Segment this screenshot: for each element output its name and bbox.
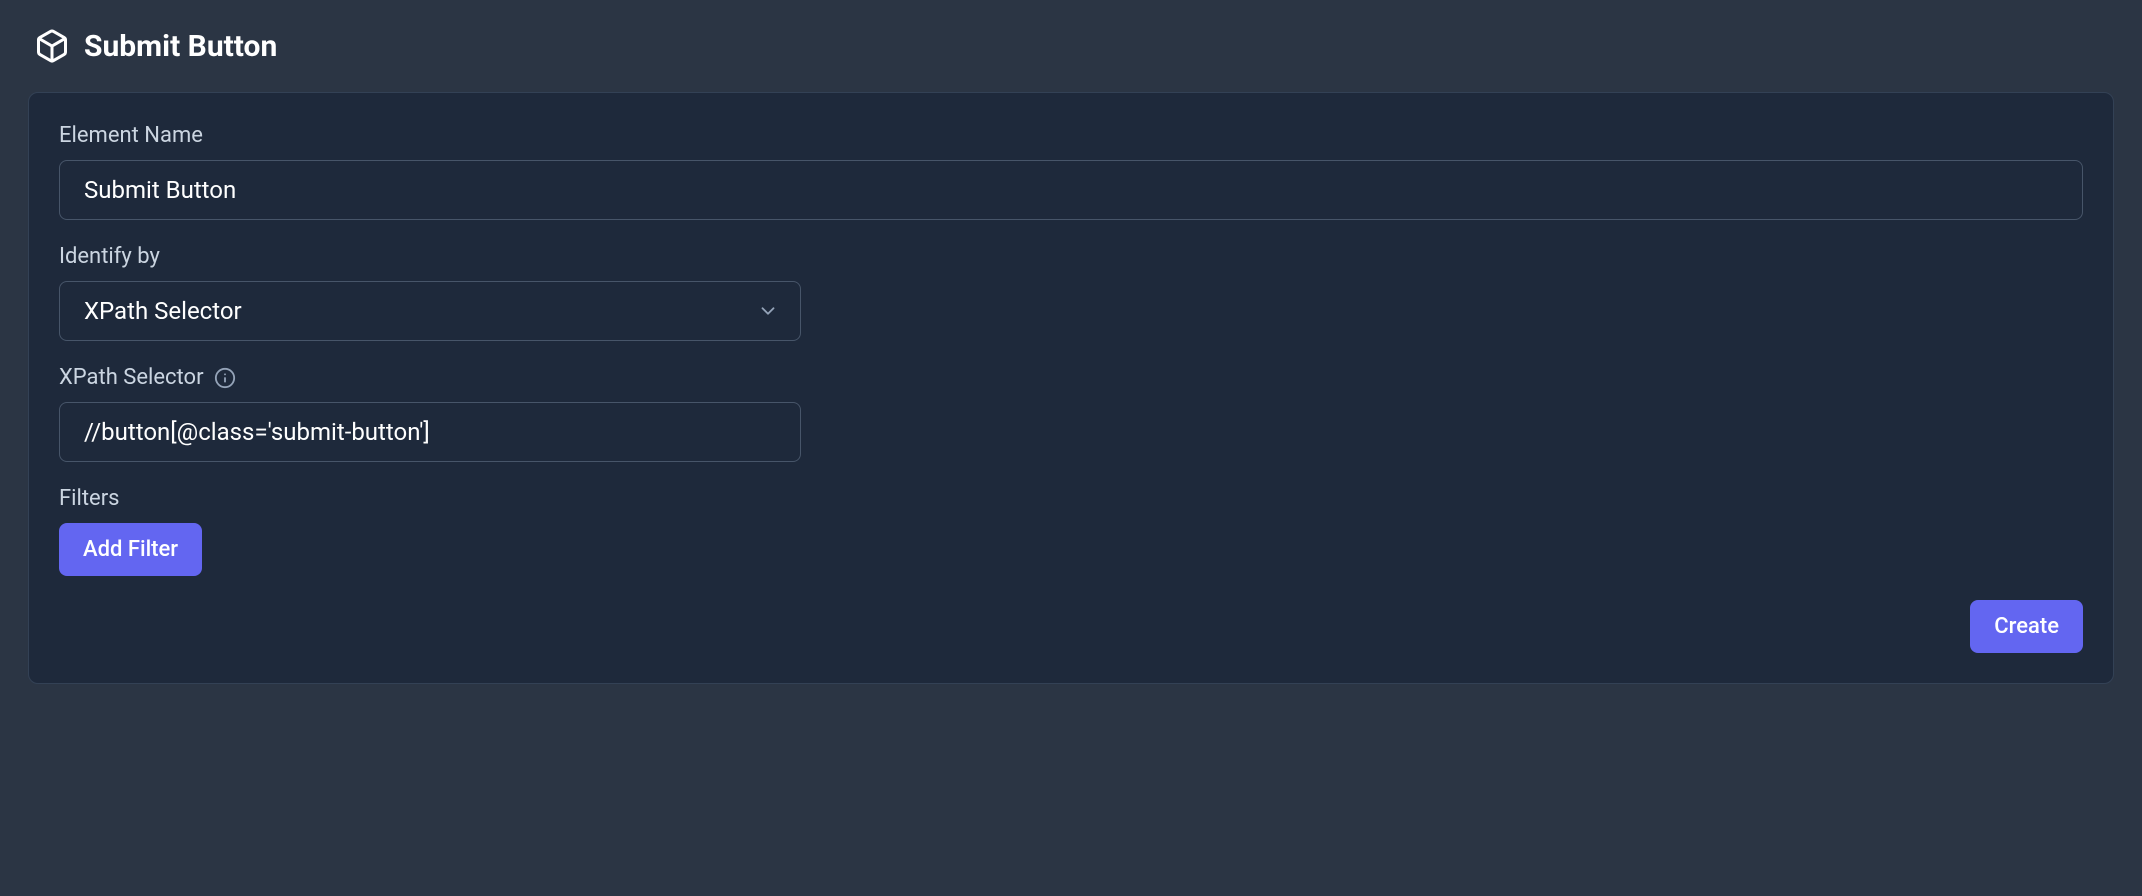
page-container: Submit Button Element Name Identify by X… [0,0,2142,712]
identify-by-select[interactable]: XPath Selector [59,281,801,341]
info-icon[interactable] [214,367,236,389]
selector-label-row: XPath Selector [59,365,2083,390]
add-filter-button[interactable]: Add Filter [59,523,202,576]
selector-input-wrapper [59,402,801,462]
form-card: Element Name Identify by XPath Selector … [28,92,2114,684]
create-button[interactable]: Create [1970,600,2083,653]
filters-section: Filters Add Filter [59,486,2083,576]
element-name-label: Element Name [59,123,2083,148]
identify-by-group: Identify by XPath Selector [59,244,2083,341]
selector-input[interactable] [59,402,801,462]
cube-icon [34,28,70,64]
identify-by-select-wrapper: XPath Selector [59,281,801,341]
form-footer: Create [59,600,2083,653]
page-title: Submit Button [84,29,277,64]
header: Submit Button [28,28,2114,64]
element-name-group: Element Name [59,123,2083,220]
identify-by-label: Identify by [59,244,2083,269]
selector-group: XPath Selector [59,365,2083,462]
element-name-input[interactable] [59,160,2083,220]
filters-label: Filters [59,486,2083,511]
selector-label: XPath Selector [59,365,204,390]
